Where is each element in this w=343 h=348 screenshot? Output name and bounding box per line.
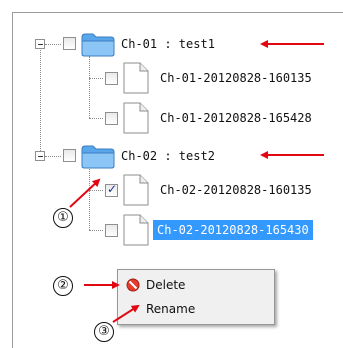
callout-number-2: ② (53, 276, 73, 296)
arrow-to-checkbox (69, 178, 101, 208)
arrow-to-rename (112, 304, 140, 323)
callout-number-3: ③ (94, 322, 114, 342)
callout-number-1: ① (53, 208, 73, 228)
annotation-layer (69, 40, 324, 323)
